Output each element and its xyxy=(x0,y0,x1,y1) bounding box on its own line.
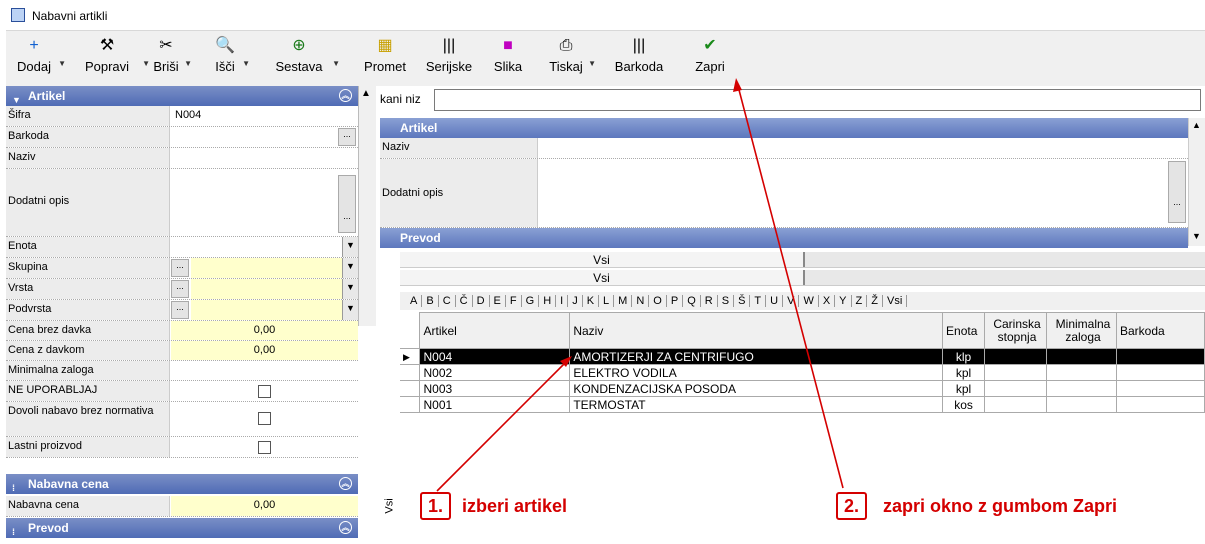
annotation-arrows xyxy=(436,78,844,492)
annotation-1-number: 1. xyxy=(420,492,452,520)
arrow-to-row xyxy=(436,360,568,492)
annotation-2-number: 2. xyxy=(836,492,868,520)
annotation-2-text: zapri okno z gumbom Zapri xyxy=(883,496,1118,516)
annotation-1-text: izberi artikel xyxy=(462,496,568,516)
arrow-to-zapri xyxy=(737,85,844,489)
arrowhead-2 xyxy=(733,78,742,92)
